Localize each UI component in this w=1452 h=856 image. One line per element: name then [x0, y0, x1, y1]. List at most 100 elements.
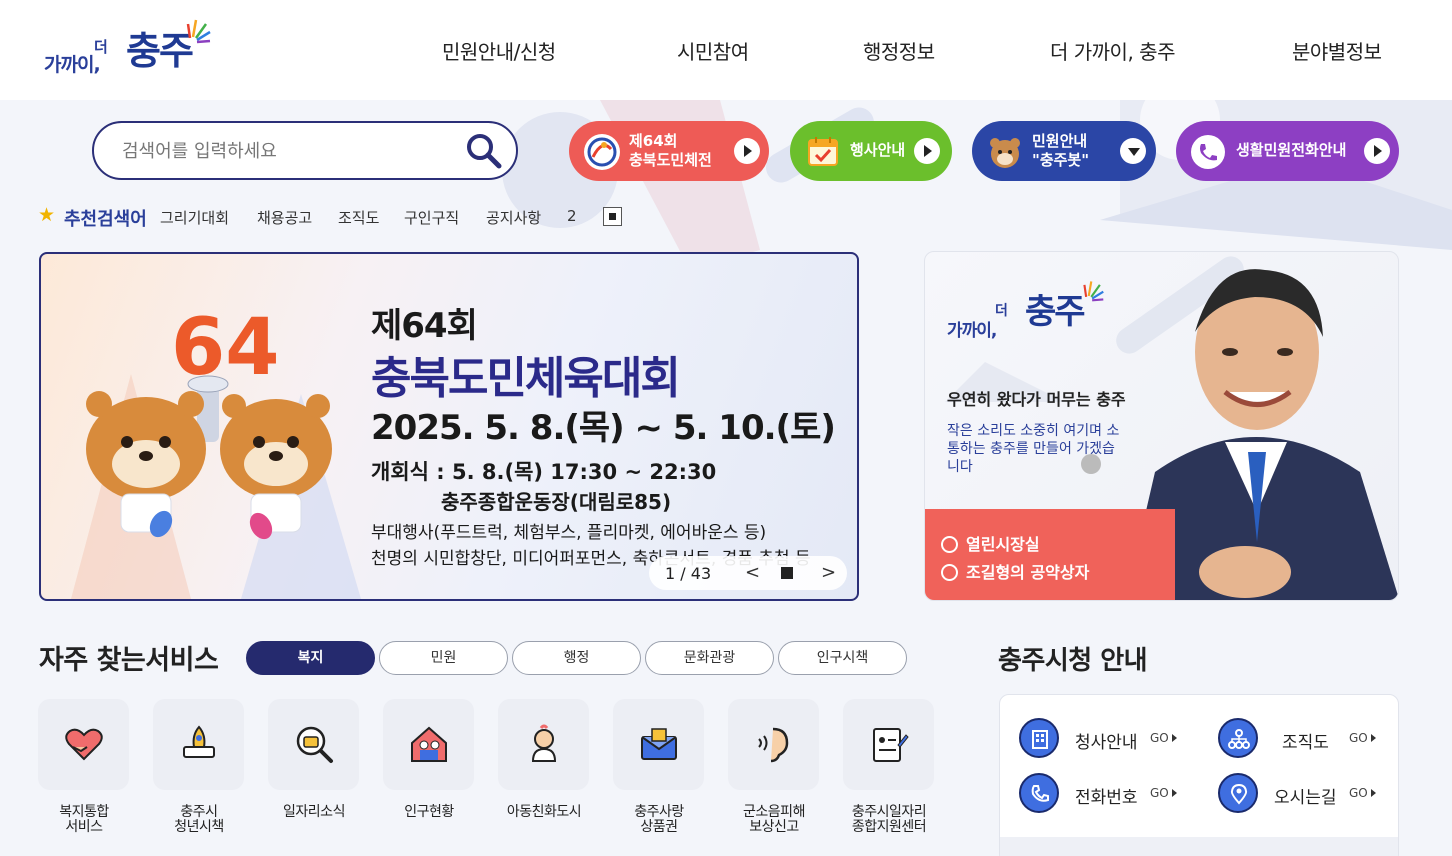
play-icon — [914, 138, 940, 164]
mayor-indicator-dot — [1081, 454, 1101, 474]
main-banner-slide[interactable]: 64 제64회 충북도민체육대회 2025. 5. 8.(목) ~ 5. 10.… — [39, 252, 859, 601]
cityhall-info-footer — [1000, 837, 1398, 856]
keyword-link[interactable]: 채용공고 — [257, 207, 312, 228]
cityhall-phone-numbers[interactable]: 전화번호 GO — [1019, 773, 1199, 813]
service-icon-box — [843, 699, 934, 790]
quick-link-chatbot[interactable]: 민원안내 "충주봇" — [972, 121, 1156, 181]
site-logo[interactable]: 가까이, 더 충주 — [44, 16, 214, 86]
pager-separator: / — [680, 564, 686, 583]
service-label: 인구현황 — [371, 805, 487, 820]
check-circle-icon — [941, 564, 958, 581]
cityhall-directions[interactable]: 오시는길 GO — [1218, 773, 1398, 813]
quick-link-label: 행사안내 — [850, 141, 906, 159]
cityhall-building-guide[interactable]: 청사안내 GO — [1019, 718, 1199, 758]
cityhall-org-chart[interactable]: 조직도 GO — [1218, 718, 1398, 758]
service-population-status[interactable]: 인구현황 — [383, 699, 475, 849]
nav-administration[interactable]: 행정정보 — [863, 36, 935, 65]
quick-link-label-line2: 충북도민체전 — [629, 151, 712, 169]
banner-pager: 1 / 43 — [665, 564, 711, 583]
nav-citizen-participation[interactable]: 시민참여 — [677, 36, 749, 65]
org-chart-icon — [1218, 718, 1258, 758]
site-header: 가까이, 더 충주 민원안내/신청 시민참여 행정정보 더 가까이, 충주 분야… — [0, 0, 1452, 100]
service-label-text: 충주시 청년시책 — [174, 804, 224, 835]
service-job-news[interactable]: 일자리소식 — [268, 699, 360, 849]
cityhall-item-label: 전화번호 — [1075, 788, 1138, 808]
service-youth-policy[interactable]: 충주시 청년시책 — [153, 699, 245, 849]
quick-link-events[interactable]: 행사안내 — [790, 121, 952, 181]
recommended-title: 추천검색어 — [64, 209, 147, 230]
location-pin-icon — [1218, 773, 1258, 813]
sports-festival-emblem-icon — [584, 134, 620, 170]
banner-next-button[interactable]: > — [821, 562, 836, 583]
quick-link-label-line1: 제64회 — [629, 132, 678, 150]
ear-sound-icon — [758, 727, 789, 763]
keyword-link[interactable]: 구인구직 — [404, 207, 459, 228]
banner-venue: 충주종합운동장(대림로85) — [441, 490, 672, 514]
service-gift-certificate[interactable]: 충주사랑 상품권 — [613, 699, 705, 849]
magnifier-briefcase-icon — [296, 726, 333, 763]
go-link[interactable]: GO — [1349, 731, 1376, 745]
mascot-illustration: 64 — [71, 303, 361, 599]
keyword-link[interactable]: 조직도 — [338, 207, 379, 228]
nav-field-info[interactable]: 분야별정보 — [1292, 36, 1382, 65]
services-title: 자주 찾는서비스 — [39, 645, 219, 676]
check-circle-icon — [941, 536, 958, 553]
banner-controls: 1 / 43 < > — [649, 556, 847, 590]
service-icon-box — [153, 699, 244, 790]
building-icon — [1019, 718, 1059, 758]
tab-culture-tourism[interactable]: 문화관광 — [645, 641, 774, 675]
service-label: 복지통합 서비스 — [26, 805, 142, 835]
service-label-text: 아동친화도시 — [506, 804, 582, 820]
chevron-down-icon — [1120, 138, 1146, 164]
keyword-stop-button[interactable] — [603, 207, 622, 226]
cityhall-title: 충주시청 안내 — [998, 646, 1148, 676]
service-label: 군소음피해 보상신고 — [716, 805, 832, 835]
go-link[interactable]: GO — [1150, 786, 1177, 800]
quick-link-label-line1: 민원안내 — [1032, 132, 1088, 150]
nav-closer-chungju[interactable]: 더 가까이, 충주 — [1050, 36, 1175, 65]
otter-mascot-icon — [990, 138, 1020, 168]
tab-administration[interactable]: 행정 — [512, 641, 641, 675]
logo-text-big: 충주 — [126, 29, 194, 73]
banner-events-1: 부대행사(푸드트럭, 체험부스, 플리마켓, 에어바운스 등) — [371, 523, 767, 543]
banner-title: 충북도민체육대회 — [371, 353, 681, 404]
keyword-link[interactable]: 2 — [567, 207, 577, 225]
rocket-laptop-icon — [183, 725, 215, 758]
banner-prev-button[interactable]: < — [745, 562, 760, 583]
play-icon — [1364, 138, 1390, 164]
play-icon — [734, 138, 760, 164]
service-label-text: 충주시일자리 종합지원센터 — [851, 804, 927, 835]
service-noise-compensation[interactable]: 군소음피해 보상신고 — [728, 699, 820, 849]
service-label: 일자리소식 — [256, 805, 372, 820]
cityhall-info-box: 청사안내 GO 조직도 GO 전화번호 GO 오시는길 GO — [999, 694, 1399, 856]
quick-link-label: 생활민원전화안내 — [1236, 141, 1347, 159]
calendar-check-icon — [808, 137, 838, 166]
child-icon — [531, 724, 557, 762]
go-link[interactable]: GO — [1150, 731, 1177, 745]
open-mayor-office-link[interactable]: 열린시장실 — [941, 531, 1040, 555]
go-link[interactable]: GO — [1349, 786, 1376, 800]
search-input[interactable] — [122, 137, 452, 165]
pager-total: 43 — [690, 564, 712, 583]
keyword-link[interactable]: 공지사항 — [486, 207, 541, 228]
pledge-box-link[interactable]: 조길형의 공약상자 — [941, 559, 1089, 583]
tab-civil[interactable]: 민원 — [379, 641, 508, 675]
house-people-icon — [411, 726, 447, 762]
service-job-support-center[interactable]: 충주시일자리 종합지원센터 — [843, 699, 935, 849]
quick-link-phone-guide[interactable]: 생활민원전화안내 — [1176, 121, 1399, 181]
banner-pause-button[interactable] — [781, 567, 793, 579]
service-welfare-integrated[interactable]: 복지통합 서비스 — [38, 699, 130, 849]
service-child-friendly-city[interactable]: 아동친화도시 — [498, 699, 590, 849]
service-label: 충주시일자리 종합지원센터 — [831, 805, 947, 835]
service-label-text: 일자리소식 — [283, 804, 345, 820]
nav-civil-service[interactable]: 민원안내/신청 — [442, 36, 556, 65]
link-label: 열린시장실 — [966, 535, 1040, 554]
quick-link-sports-festival[interactable]: 제64회 충북도민체전 — [569, 121, 769, 181]
service-icon-box — [268, 699, 359, 790]
keyword-link[interactable]: 그리기대회 — [160, 207, 229, 228]
tab-welfare[interactable]: 복지 — [246, 641, 375, 675]
tab-population-policy[interactable]: 인구시책 — [778, 641, 907, 675]
star-icon: ★ — [38, 204, 56, 226]
heart-hands-icon — [65, 728, 103, 761]
search-icon[interactable] — [464, 131, 504, 171]
